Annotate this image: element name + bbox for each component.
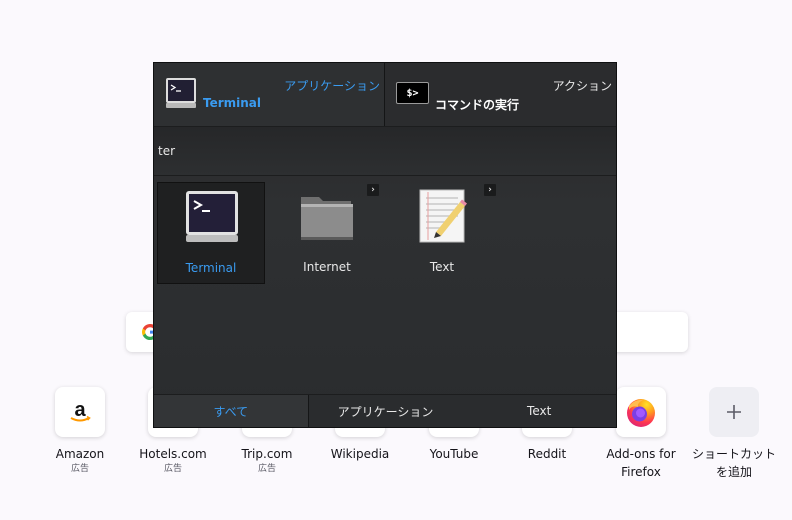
result-label: Terminal bbox=[185, 261, 237, 275]
result-text[interactable]: Text bbox=[388, 182, 496, 284]
launcher-header: アプリケーション Terminal $> アクション コマンドの実行 bbox=[154, 63, 616, 126]
result-internet[interactable]: Internet bbox=[273, 182, 381, 284]
shortcut-label: YouTube bbox=[429, 447, 479, 461]
shortcut-label: Wikipedia bbox=[330, 447, 390, 461]
query-text: ter bbox=[158, 144, 176, 158]
folder-icon bbox=[301, 197, 353, 240]
plus-icon bbox=[727, 405, 741, 419]
firefox-icon bbox=[627, 399, 655, 427]
category-tabs: すべて アプリケーション Text bbox=[154, 394, 616, 427]
primary-match-pane[interactable]: アプリケーション Terminal bbox=[154, 63, 385, 126]
sponsored-badge: 広告 bbox=[257, 464, 276, 474]
result-label: Internet bbox=[303, 260, 351, 274]
results-grid: Terminal Internet › Text › bbox=[154, 176, 616, 396]
action-pane[interactable]: $> アクション コマンドの実行 bbox=[385, 63, 616, 126]
shortcut-add[interactable]: ショートカット を追加 bbox=[684, 387, 784, 481]
primary-name: Terminal bbox=[203, 96, 262, 110]
sponsored-badge: 広告 bbox=[163, 464, 182, 474]
primary-category: アプリケーション bbox=[284, 79, 380, 93]
svg-text:a: a bbox=[74, 399, 86, 421]
shortcut-label: Reddit bbox=[527, 447, 567, 461]
shortcut-label: Trip.com bbox=[241, 447, 293, 461]
result-label: Text bbox=[429, 260, 455, 274]
tab-all[interactable]: すべて bbox=[154, 395, 309, 427]
shortcut-label: Add-ons for Firefox bbox=[606, 447, 676, 479]
shortcut-tile[interactable] bbox=[616, 387, 666, 437]
shortcut-tile[interactable]: a bbox=[55, 387, 105, 437]
tab-text[interactable]: Text bbox=[462, 395, 616, 427]
shortcut-label: ショートカット を追加 bbox=[691, 447, 776, 479]
amazon-icon: a bbox=[70, 399, 91, 422]
firefox-new-tab: a Amazon 広告 Hotels.com 広告 Trip.com 広告 Wi… bbox=[0, 0, 792, 520]
tab-applications[interactable]: アプリケーション bbox=[308, 395, 463, 427]
run-command-icon: $> bbox=[396, 82, 429, 104]
terminal-icon bbox=[166, 78, 196, 108]
action-name: コマンドの実行 bbox=[435, 98, 520, 112]
result-terminal[interactable]: Terminal bbox=[157, 182, 265, 284]
sponsored-badge: 広告 bbox=[70, 464, 89, 474]
shortcut-label: Hotels.com bbox=[139, 447, 207, 461]
terminal-icon bbox=[186, 191, 238, 242]
chevron-right-icon[interactable]: › bbox=[484, 184, 496, 196]
search-query-field[interactable]: ter bbox=[154, 126, 616, 176]
text-editor-icon bbox=[419, 189, 467, 243]
chevron-right-icon[interactable]: › bbox=[367, 184, 379, 196]
action-category: アクション bbox=[552, 79, 612, 93]
add-shortcut-button[interactable] bbox=[709, 387, 759, 437]
shortcut-amazon[interactable]: a Amazon 広告 bbox=[30, 387, 130, 476]
shortcut-label: Amazon bbox=[55, 447, 105, 461]
app-launcher: アプリケーション Terminal $> アクション コマンドの実行 ter T… bbox=[153, 62, 617, 428]
